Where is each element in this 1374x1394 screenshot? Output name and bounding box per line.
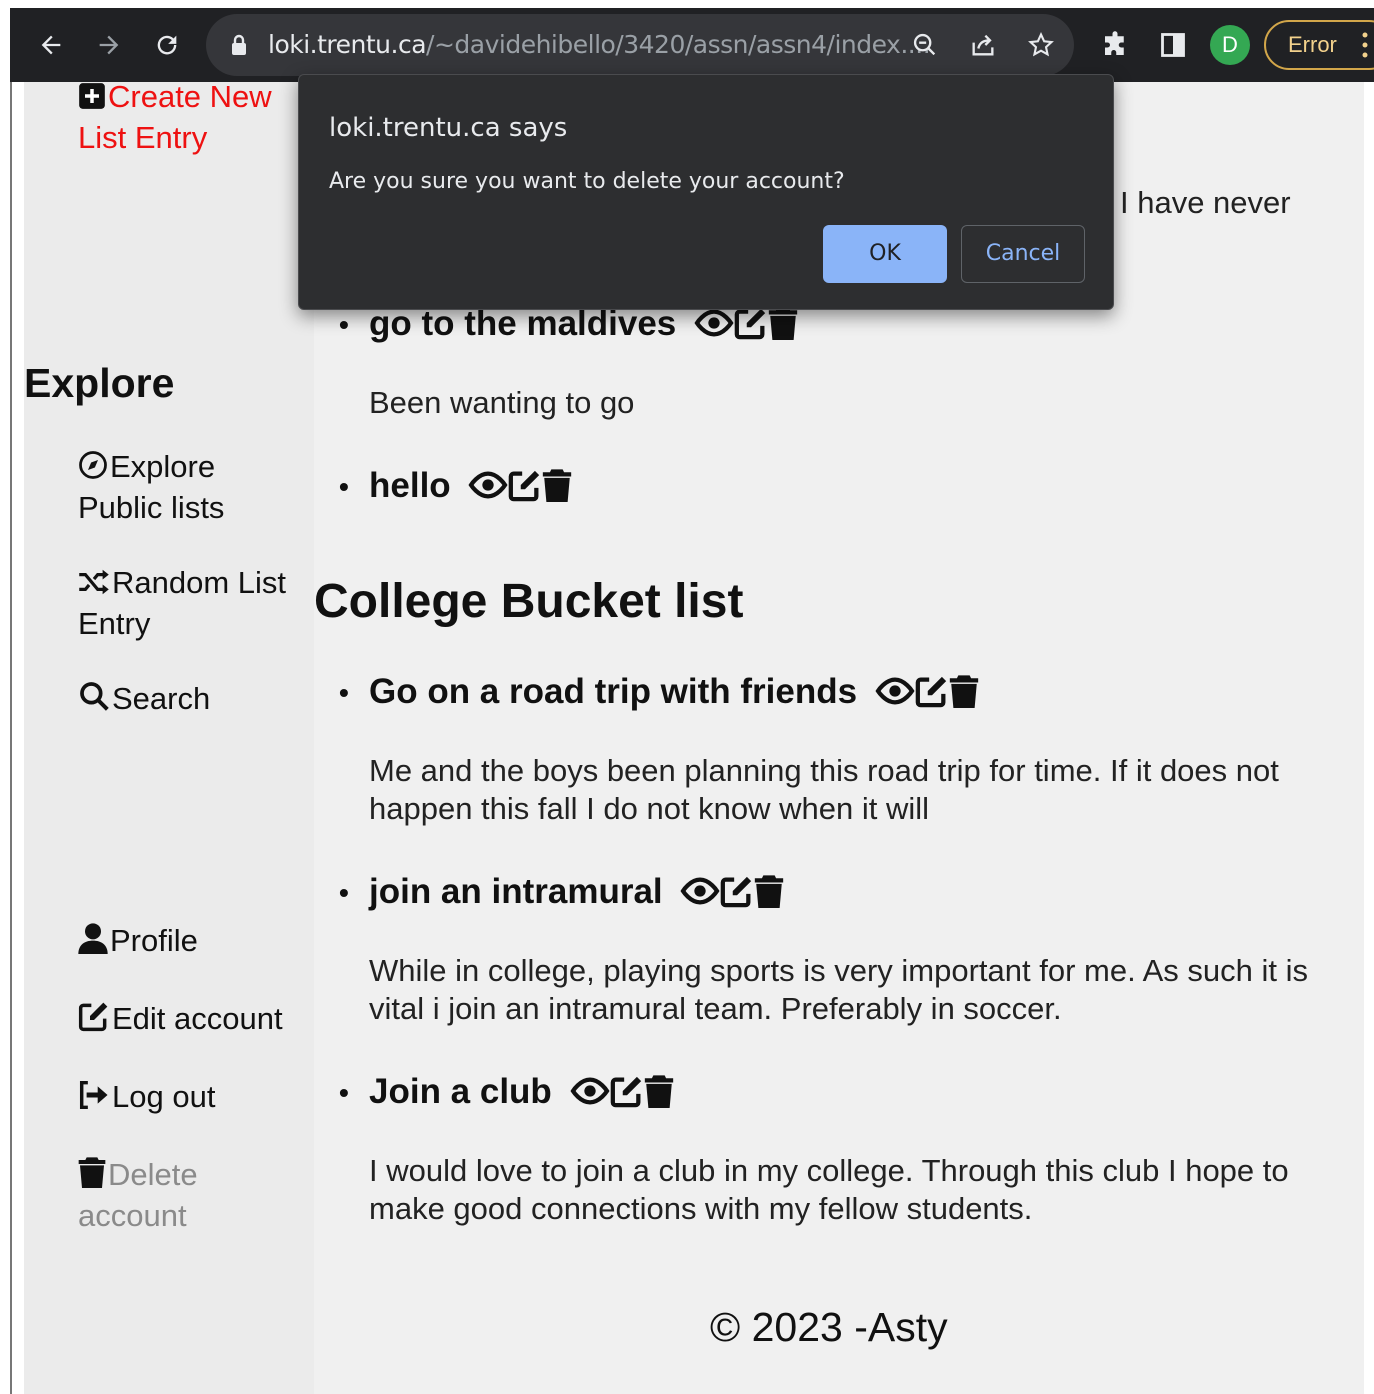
search-link[interactable]: Search <box>78 680 210 721</box>
profile-link[interactable]: Profile <box>78 922 198 963</box>
extensions-puzzle-icon[interactable] <box>1096 26 1134 64</box>
edit-icon[interactable] <box>734 308 768 348</box>
view-eye-icon[interactable] <box>468 471 508 510</box>
dialog-title: loki.trentu.ca says <box>329 113 568 143</box>
trash-icon <box>78 1156 106 1197</box>
bookmark-star-icon[interactable] <box>1024 28 1058 62</box>
url-text[interactable]: loki.trentu.ca/~davidehibello/3420/assn/… <box>268 14 931 76</box>
entry-description: I would love to join a club in my colleg… <box>369 1153 1289 1226</box>
edit-square-icon <box>78 1000 110 1041</box>
lock-icon[interactable] <box>222 28 256 62</box>
sidebar: Create New List Entry Explore Explore Pu… <box>24 79 314 1394</box>
delete-trash-icon[interactable] <box>768 307 798 348</box>
list-item: • go to the maldives <box>339 304 798 349</box>
entry-description: While in college, playing sports is very… <box>369 953 1308 1026</box>
delete-trash-icon[interactable] <box>542 469 572 510</box>
delete-trash-icon[interactable] <box>644 1075 674 1116</box>
edit-icon[interactable] <box>508 470 542 510</box>
zoom-icon[interactable] <box>908 28 942 62</box>
more-menu-icon[interactable] <box>1358 26 1372 64</box>
view-eye-icon[interactable] <box>694 309 734 348</box>
log-out-icon <box>78 1080 110 1119</box>
confirm-dialog: loki.trentu.ca says Are you sure you wan… <box>298 74 1114 310</box>
shuffle-icon <box>78 567 110 605</box>
browser-toolbar: loki.trentu.ca/~davidehibello/3420/assn/… <box>10 8 1374 82</box>
profile-avatar[interactable]: D <box>1210 25 1250 65</box>
entry-description: Me and the boys been planning this road … <box>369 753 1279 826</box>
delete-account-link[interactable]: Delete account <box>78 1156 258 1235</box>
list-item: • join an intramural <box>339 872 784 917</box>
compass-icon <box>78 450 108 489</box>
view-eye-icon[interactable] <box>570 1077 610 1116</box>
random-list-entry-link[interactable]: Random List Entry <box>78 564 308 643</box>
explore-public-lists-link[interactable]: Explore Public lists <box>78 448 278 527</box>
back-arrow-icon[interactable] <box>32 26 70 64</box>
address-bar[interactable]: loki.trentu.ca/~davidehibello/3420/assn/… <box>206 14 1074 76</box>
create-new-entry-link[interactable]: Create New List Entry <box>78 78 298 157</box>
share-icon[interactable] <box>966 28 1000 62</box>
edit-account-link[interactable]: Edit account <box>78 1000 283 1041</box>
dialog-message: Are you sure you want to delete your acc… <box>329 169 845 194</box>
list-item: • Go on a road trip with friends <box>339 672 979 717</box>
explore-heading: Explore <box>24 360 175 406</box>
delete-trash-icon[interactable] <box>949 675 979 716</box>
delete-trash-icon[interactable] <box>754 875 784 916</box>
list-heading: College Bucket list <box>314 575 744 628</box>
view-eye-icon[interactable] <box>680 877 720 916</box>
partial-entry-desc: I have never <box>1120 185 1291 220</box>
reload-icon[interactable] <box>148 26 186 64</box>
edit-icon[interactable] <box>720 876 754 916</box>
side-panel-icon[interactable] <box>1154 26 1192 64</box>
entry-description: Been wanting to go <box>369 385 635 420</box>
cancel-button[interactable]: Cancel <box>961 225 1085 283</box>
ok-button[interactable]: OK <box>823 225 947 283</box>
footer-copyright: © 2023 -Asty <box>710 1304 948 1350</box>
view-eye-icon[interactable] <box>875 677 915 716</box>
list-item: • hello <box>339 466 572 511</box>
user-icon <box>78 922 108 963</box>
list-item: • Join a club <box>339 1072 674 1117</box>
forward-arrow-icon[interactable] <box>90 26 128 64</box>
plus-square-icon <box>78 81 106 119</box>
edit-icon[interactable] <box>610 1076 644 1116</box>
edit-icon[interactable] <box>915 676 949 716</box>
search-icon <box>78 680 110 721</box>
log-out-link[interactable]: Log out <box>78 1078 215 1119</box>
